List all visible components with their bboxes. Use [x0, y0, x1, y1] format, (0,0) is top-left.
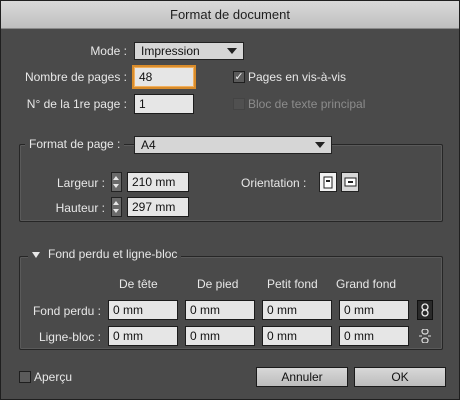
- bleed-label: Fond perdu :: [32, 304, 101, 318]
- bleed-link-button[interactable]: [417, 300, 433, 320]
- document-setup-dialog: Format de document Mode : Impression Nom…: [0, 0, 460, 400]
- mode-value: Impression: [141, 44, 200, 58]
- slug-inside-input[interactable]: 0 mm: [262, 326, 332, 346]
- portrait-orientation-button[interactable]: [319, 172, 337, 192]
- arrow-down-icon: [113, 209, 119, 213]
- column-header-inside: Petit fond: [267, 277, 318, 291]
- mode-label: Mode :: [90, 44, 127, 58]
- bleed-outside-input[interactable]: 0 mm: [339, 300, 409, 320]
- slug-outside-input[interactable]: 0 mm: [339, 326, 409, 346]
- mode-dropdown[interactable]: Impression: [134, 42, 244, 60]
- width-stepper[interactable]: [111, 172, 122, 192]
- bleed-bottom-input[interactable]: 0 mm: [185, 300, 255, 320]
- height-input[interactable]: 297 mm: [127, 197, 189, 217]
- preview-label: Aperçu: [34, 370, 73, 384]
- landscape-orientation-button[interactable]: [341, 172, 359, 192]
- arrow-up-icon: [113, 201, 119, 205]
- bleed-slug-label: Fond perdu et ligne-bloc: [48, 247, 178, 261]
- height-label: Hauteur :: [55, 201, 105, 215]
- primary-text-frame-label: Bloc de texte principal: [248, 97, 366, 111]
- cancel-button[interactable]: Annuler: [256, 367, 348, 387]
- facing-pages-label: Pages en vis-à-vis: [248, 70, 347, 84]
- primary-text-frame-checkbox[interactable]: [233, 98, 245, 110]
- arrow-down-icon: [113, 184, 119, 188]
- bleed-inside-input[interactable]: 0 mm: [262, 300, 332, 320]
- width-label: Largeur :: [56, 176, 105, 190]
- page-count-input[interactable]: 48: [134, 67, 194, 87]
- orientation-label: Orientation :: [241, 176, 307, 190]
- column-header-bottom: De pied: [197, 277, 239, 291]
- preview-checkbox[interactable]: [19, 371, 31, 383]
- disclosure-triangle-icon: [32, 251, 40, 258]
- chevron-down-icon: [227, 48, 237, 54]
- first-page-input[interactable]: 1: [134, 94, 194, 114]
- slug-top-input[interactable]: 0 mm: [108, 326, 178, 346]
- chevron-down-icon: [315, 142, 325, 148]
- page-size-value: A4: [141, 138, 156, 152]
- arrow-up-icon: [113, 176, 119, 180]
- slug-bottom-input[interactable]: 0 mm: [185, 326, 255, 346]
- landscape-icon: [344, 177, 356, 187]
- first-page-label: N° de la 1re page :: [26, 97, 127, 111]
- column-header-top: De tête: [119, 277, 158, 291]
- bleed-slug-section[interactable]: Fond perdu et ligne-bloc: [28, 247, 182, 261]
- bleed-top-input[interactable]: 0 mm: [108, 300, 178, 320]
- height-stepper[interactable]: [111, 197, 122, 217]
- facing-pages-checkbox[interactable]: ✓: [233, 71, 245, 83]
- portrait-icon: [323, 176, 333, 188]
- page-size-label: Format de page :: [25, 137, 125, 151]
- slug-link-button[interactable]: [417, 326, 433, 346]
- page-count-label: Nombre de pages :: [24, 70, 127, 84]
- column-header-outside: Grand fond: [336, 277, 397, 291]
- width-input[interactable]: 210 mm: [127, 172, 189, 192]
- ok-button[interactable]: OK: [354, 367, 446, 387]
- page-size-dropdown[interactable]: A4: [134, 136, 332, 154]
- broken-link-icon: [419, 329, 431, 343]
- slug-label: Ligne-bloc :: [38, 330, 101, 344]
- check-icon: ✓: [234, 71, 244, 83]
- chain-link-icon: [421, 303, 429, 317]
- dialog-title: Format de document: [1, 1, 459, 29]
